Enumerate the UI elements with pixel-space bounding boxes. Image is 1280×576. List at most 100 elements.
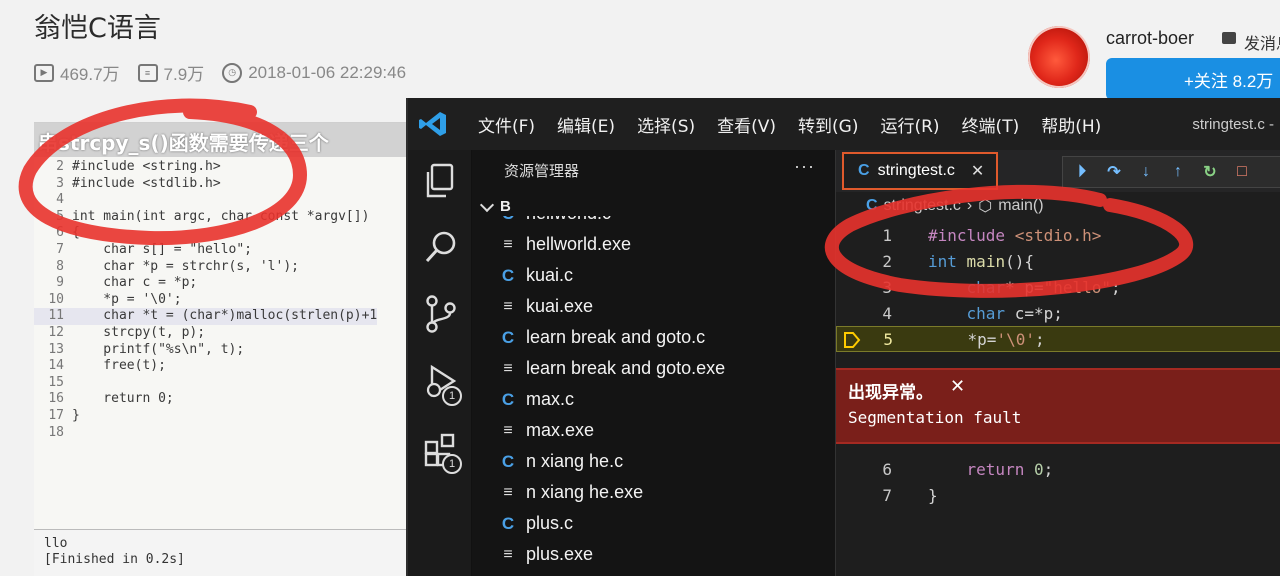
continue-icon[interactable]: ⏵ <box>1073 163 1091 181</box>
line-number: 3 <box>56 175 64 191</box>
menu-item[interactable]: 选择(S) <box>637 112 695 137</box>
line-number: 12 <box>48 324 64 340</box>
tab-stringtest[interactable]: C stringtest.c ✕ <box>842 152 998 190</box>
file-name: kuai.exe <box>526 296 594 316</box>
file-item[interactable]: Clearn break and goto.c <box>500 322 725 353</box>
code-line: 2 int main(){ <box>882 251 1034 271</box>
source-control-icon[interactable] <box>422 294 460 333</box>
menu-item[interactable]: 帮助(H) <box>1041 112 1101 137</box>
exception-widget: 出现异常。 ✕ Segmentation fault <box>836 368 1280 444</box>
file-item[interactable]: ≡ plus.exe <box>500 539 725 570</box>
search-icon[interactable] <box>422 228 460 266</box>
close-icon[interactable]: ✕ <box>971 161 984 181</box>
uploader-name[interactable]: carrot-boer <box>1106 28 1194 49</box>
video-title: 翁恺C语言 <box>34 13 161 44</box>
sublime-code-line: 5 int main(int argc, char const *argv[]) <box>34 209 377 226</box>
line-text: free(t); <box>72 358 166 374</box>
exe-file-icon: ≡ <box>503 483 513 501</box>
breadcrumb-symbol[interactable]: main() <box>998 197 1043 215</box>
file-name: n xiang he.exe <box>526 482 644 502</box>
current-code-line: 5 *p='\0'; <box>836 326 1280 352</box>
close-icon[interactable]: ✕ <box>950 376 965 397</box>
file-item[interactable]: ≡ hellworld.exe <box>500 229 725 260</box>
send-message-link[interactable]: 发消息 <box>1244 30 1280 54</box>
sublime-editor: 串strcpy_s()函数需要传递三个 2 #include <string.h>… <box>34 122 414 576</box>
file-item[interactable]: ≡ max.exe <box>500 415 725 446</box>
code-lines-top: 1 #include <stdio.h> 2 int main(){ 3 char*… <box>836 222 1280 352</box>
extensions-icon[interactable]: 1 <box>422 432 462 474</box>
explorer-panel: 资源管理器 ··· B Chellworld.c ≡ hellworld.exe Ck… <box>472 150 836 576</box>
c-file-icon: C <box>501 265 515 285</box>
exe-file-icon: ≡ <box>503 421 513 439</box>
menu-item[interactable]: 终端(T) <box>962 112 1020 137</box>
line-text: #include <stdlib.h> <box>72 175 221 191</box>
step-into-icon[interactable]: ↓ <box>1137 163 1155 181</box>
line-text: { <box>72 225 80 241</box>
file-item[interactable]: Cn xiang he.c <box>500 446 725 477</box>
file-item[interactable]: ≡ kuai.exe <box>500 291 725 322</box>
activity-bar: 1 1 <box>408 150 472 576</box>
step-out-icon[interactable]: ↑ <box>1169 163 1187 181</box>
line-text: char *t = (char*)malloc(strlen(p)+1 <box>72 308 378 324</box>
follow-button[interactable]: +关注 8.2万 <box>1106 58 1280 100</box>
code-line: 1 #include <stdio.h> <box>882 225 1102 245</box>
line-number: 17 <box>48 407 64 423</box>
subtitle-banner: 串strcpy_s()函数需要传递三个 <box>34 123 414 157</box>
code-line: 3 char* p="hello"; <box>882 277 1121 297</box>
more-actions-icon[interactable]: ··· <box>794 156 815 177</box>
menu-item[interactable]: 运行(R) <box>880 112 939 137</box>
folder-root[interactable]: B <box>479 197 511 215</box>
step-over-icon[interactable]: ↷ <box>1105 163 1123 181</box>
menu-item[interactable]: 文件(F) <box>478 112 535 137</box>
explorer-icon[interactable] <box>422 162 460 200</box>
debug-pointer-icon <box>844 332 861 348</box>
exe-file-icon: ≡ <box>503 235 513 253</box>
file-item[interactable]: Cmax.c <box>500 384 725 415</box>
line-text: *p = '\0'; <box>72 291 182 307</box>
restart-icon[interactable]: ↻ <box>1201 163 1219 181</box>
line-text: int main(int argc, char const *argv[]) <box>72 208 370 224</box>
line-text: return 0; <box>72 391 174 407</box>
line-number: 13 <box>48 341 64 357</box>
file-item[interactable]: Cplus.c <box>500 508 725 539</box>
window-title: stringtest.c - <box>1192 116 1274 133</box>
menu-item[interactable]: 查看(V) <box>717 112 776 137</box>
subtitle-text: 串strcpy_s()函数需要传递三个 <box>38 131 329 155</box>
tab-label: stringtest.c <box>877 162 955 179</box>
code-line: 7} <box>882 485 938 505</box>
line-text: strcpy(t, p); <box>72 324 206 340</box>
line-number: 16 <box>48 391 64 407</box>
file-name: learn break and goto.c <box>526 327 706 347</box>
file-item[interactable]: Chellworld.c <box>500 216 725 229</box>
cube-icon: ⬡ <box>978 198 993 215</box>
file-list: Chellworld.c ≡ hellworld.exe Ckuai.c ≡ kuai.e… <box>500 216 725 570</box>
danmaku-count-value: 7.9万 <box>163 65 205 84</box>
run-debug-badge: 1 <box>442 386 462 406</box>
line-number: 4 <box>56 192 64 208</box>
c-file-icon: C <box>501 327 515 347</box>
title-bar: 文件(F) 编辑(E) 选择(S) 查看(V) 转到(G) 运行(R) 终端(T) 帮助(H)… <box>408 98 1280 150</box>
sublime-code-line: 12 strcpy(t, p); <box>34 325 377 342</box>
publish-date: ◷ 2018-01-06 22:29:46 <box>222 62 406 83</box>
run-debug-icon[interactable]: 1 <box>422 362 462 406</box>
breadcrumb-file[interactable]: stringtest.c <box>884 197 961 215</box>
sublime-code-line: 18 <box>34 425 377 442</box>
sublime-code-line: 6{ <box>34 225 377 242</box>
file-item[interactable]: ≡ learn break and goto.exe <box>500 353 725 384</box>
file-name: kuai.c <box>526 265 574 285</box>
editor-area: C stringtest.c ✕ ⏵ ↷ ↓ ↑ ↻ □ C stringtes… <box>836 150 1280 576</box>
code-line: 4 char c=*p; <box>882 303 1063 323</box>
mail-icon[interactable] <box>1222 32 1236 44</box>
stop-icon[interactable]: □ <box>1233 163 1251 181</box>
sublime-code-line: 8 char *p = strchr(s, 'l'); <box>34 259 377 276</box>
sublime-code: 2 #include <string.h> 3 #include <stdlib.h>… <box>34 159 378 442</box>
chevron-down-icon <box>479 197 495 212</box>
menu-item[interactable]: 转到(G) <box>798 112 858 137</box>
sublime-code-line: 15 <box>34 375 377 392</box>
file-item[interactable]: Ckuai.c <box>500 260 725 291</box>
file-item[interactable]: ≡ n xiang he.exe <box>500 477 725 508</box>
file-name: plus.c <box>526 513 574 533</box>
uploader-avatar[interactable] <box>1028 26 1090 88</box>
menu-item[interactable]: 编辑(E) <box>557 112 615 137</box>
c-file-icon: C <box>866 197 878 214</box>
